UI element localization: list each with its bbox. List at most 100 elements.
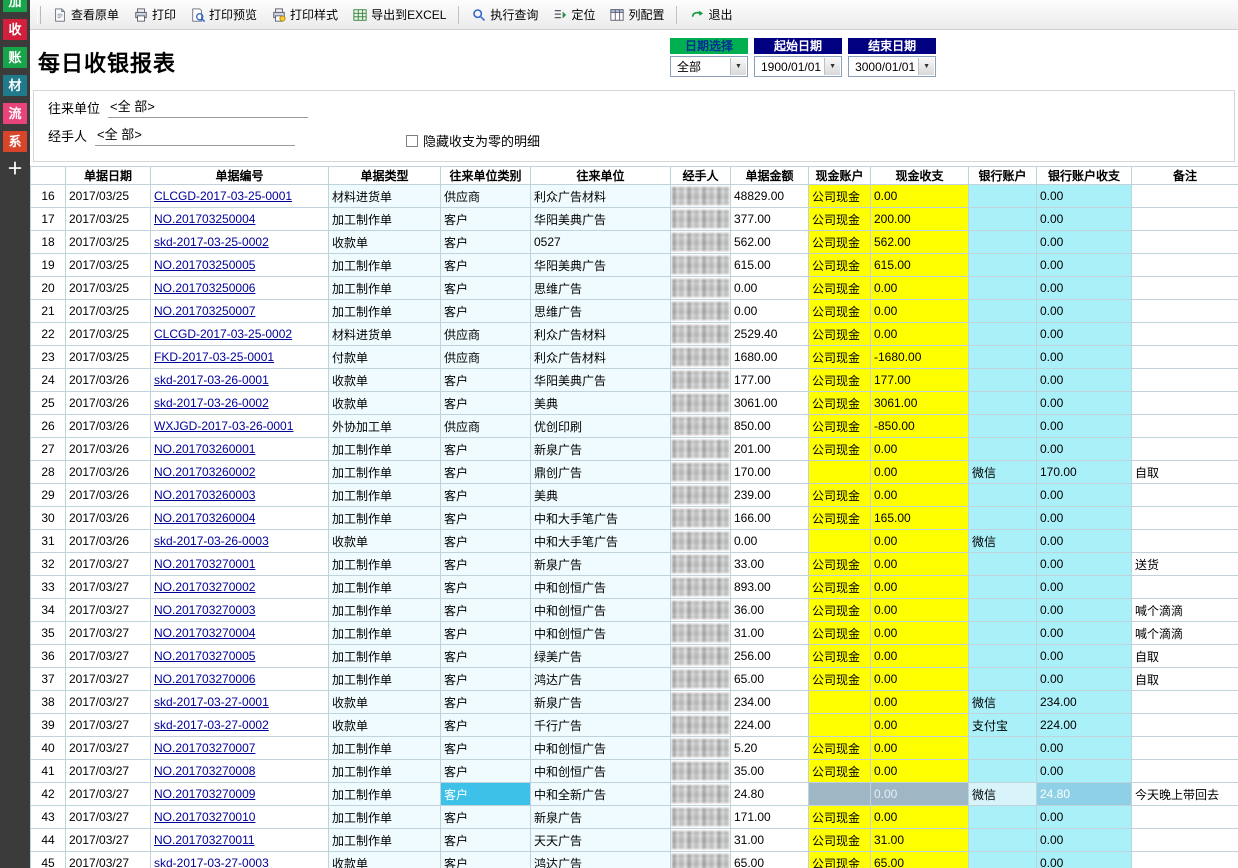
cell-cashacct[interactable]: 公司现金 xyxy=(809,553,871,576)
cell-bankflow[interactable]: 0.00 xyxy=(1037,346,1132,369)
cell-type[interactable]: 收款单 xyxy=(329,231,441,254)
toolbar-button-exit[interactable]: 退出 xyxy=(683,2,738,27)
cell-amount[interactable]: 35.00 xyxy=(731,760,809,783)
cell-docno[interactable]: NO.201703260004 xyxy=(151,507,329,530)
cell-cat[interactable]: 供应商 xyxy=(441,185,531,208)
cell-handler[interactable] xyxy=(671,323,731,346)
cell-cashacct[interactable]: 公司现金 xyxy=(809,645,871,668)
cell-cashacct[interactable]: 公司现金 xyxy=(809,438,871,461)
cell-partner[interactable]: 华阳美典广告 xyxy=(531,208,671,231)
cell-cat[interactable]: 客户 xyxy=(441,576,531,599)
cell-remark[interactable] xyxy=(1132,208,1238,231)
cell-date[interactable]: 2017/03/27 xyxy=(66,668,151,691)
cell-handler[interactable] xyxy=(671,829,731,852)
cell-cashflow[interactable]: 3061.00 xyxy=(871,392,969,415)
doc-no-link[interactable]: NO.201703260002 xyxy=(154,465,255,479)
cell-type[interactable]: 加工制作单 xyxy=(329,576,441,599)
cell-amount[interactable]: 562.00 xyxy=(731,231,809,254)
cell-remark[interactable] xyxy=(1132,530,1238,553)
doc-no-link[interactable]: NO.201703270008 xyxy=(154,764,255,778)
table-row[interactable]: 362017/03/27NO.201703270005加工制作单客户绿美广告25… xyxy=(31,645,1238,668)
cell-num[interactable]: 18 xyxy=(31,231,66,254)
cell-cashacct[interactable]: 公司现金 xyxy=(809,346,871,369)
cell-num[interactable]: 35 xyxy=(31,622,66,645)
cell-cashflow[interactable]: 0.00 xyxy=(871,530,969,553)
cell-docno[interactable]: NO.201703250006 xyxy=(151,277,329,300)
doc-no-link[interactable]: CLCGD-2017-03-25-0001 xyxy=(154,189,292,203)
toolbar-button-export-excel[interactable]: 导出到EXCEL xyxy=(346,2,452,27)
toolbar-button-locate[interactable]: 定位 xyxy=(546,2,601,27)
cell-docno[interactable]: NO.201703260002 xyxy=(151,461,329,484)
cell-amount[interactable]: 0.00 xyxy=(731,530,809,553)
cell-partner[interactable]: 中和创恒广告 xyxy=(531,576,671,599)
cell-cashacct[interactable]: 公司现金 xyxy=(809,852,871,868)
cell-date[interactable]: 2017/03/27 xyxy=(66,599,151,622)
cell-cat[interactable]: 客户 xyxy=(441,392,531,415)
cell-bankacct[interactable] xyxy=(969,806,1037,829)
end-date-select[interactable]: 3000/01/01 ▼ xyxy=(848,56,936,77)
cell-docno[interactable]: NO.201703270005 xyxy=(151,645,329,668)
cell-date[interactable]: 2017/03/26 xyxy=(66,507,151,530)
toolbar-button-run-query[interactable]: 执行查询 xyxy=(465,2,544,27)
date-range-select[interactable]: 全部 ▼ xyxy=(670,56,748,77)
cell-partner[interactable]: 美典 xyxy=(531,392,671,415)
cell-cashflow[interactable]: 0.00 xyxy=(871,300,969,323)
cell-date[interactable]: 2017/03/27 xyxy=(66,576,151,599)
cell-handler[interactable] xyxy=(671,783,731,806)
cell-date[interactable]: 2017/03/25 xyxy=(66,300,151,323)
doc-no-link[interactable]: skd-2017-03-26-0002 xyxy=(154,396,269,410)
cell-remark[interactable]: 今天晚上带回去 xyxy=(1132,783,1238,806)
cell-docno[interactable]: NO.201703260003 xyxy=(151,484,329,507)
cell-remark[interactable]: 送货 xyxy=(1132,553,1238,576)
table-row[interactable]: 282017/03/26NO.201703260002加工制作单客户鼎创广告17… xyxy=(31,461,1238,484)
cell-cat[interactable]: 客户 xyxy=(441,714,531,737)
cell-docno[interactable]: NO.201703270008 xyxy=(151,760,329,783)
cell-handler[interactable] xyxy=(671,714,731,737)
cell-handler[interactable] xyxy=(671,438,731,461)
cell-bankacct[interactable] xyxy=(969,484,1037,507)
cell-bankacct[interactable] xyxy=(969,346,1037,369)
cell-cashacct[interactable] xyxy=(809,530,871,553)
cell-cashflow[interactable]: 0.00 xyxy=(871,461,969,484)
cell-cashacct[interactable]: 公司现金 xyxy=(809,576,871,599)
cell-type[interactable]: 付款单 xyxy=(329,346,441,369)
cell-cashflow[interactable]: 0.00 xyxy=(871,576,969,599)
cell-remark[interactable] xyxy=(1132,415,1238,438)
cell-bankacct[interactable] xyxy=(969,760,1037,783)
cell-bankacct[interactable] xyxy=(969,553,1037,576)
cell-docno[interactable]: NO.201703260001 xyxy=(151,438,329,461)
cell-cashflow[interactable]: 0.00 xyxy=(871,806,969,829)
table-row[interactable]: 292017/03/26NO.201703260003加工制作单客户美典239.… xyxy=(31,484,1238,507)
cell-cat[interactable]: 客户 xyxy=(441,484,531,507)
cell-handler[interactable] xyxy=(671,392,731,415)
cell-type[interactable]: 加工制作单 xyxy=(329,622,441,645)
cell-remark[interactable] xyxy=(1132,254,1238,277)
cell-cat[interactable]: 客户 xyxy=(441,668,531,691)
cell-amount[interactable]: 615.00 xyxy=(731,254,809,277)
doc-no-link[interactable]: skd-2017-03-27-0001 xyxy=(154,695,269,709)
cell-type[interactable]: 加工制作单 xyxy=(329,438,441,461)
chevron-down-icon[interactable]: ▼ xyxy=(730,58,746,75)
cell-num[interactable]: 33 xyxy=(31,576,66,599)
cell-date[interactable]: 2017/03/27 xyxy=(66,783,151,806)
cell-docno[interactable]: NO.201703270006 xyxy=(151,668,329,691)
cell-bankacct[interactable] xyxy=(969,438,1037,461)
cell-partner[interactable]: 鼎创广告 xyxy=(531,461,671,484)
cell-cashflow[interactable]: 562.00 xyxy=(871,231,969,254)
cell-amount[interactable]: 33.00 xyxy=(731,553,809,576)
doc-no-link[interactable]: skd-2017-03-26-0001 xyxy=(154,373,269,387)
cell-type[interactable]: 加工制作单 xyxy=(329,507,441,530)
cell-cat[interactable]: 客户 xyxy=(441,691,531,714)
cell-date[interactable]: 2017/03/26 xyxy=(66,484,151,507)
cell-bankacct[interactable] xyxy=(969,622,1037,645)
cell-docno[interactable]: NO.201703270001 xyxy=(151,553,329,576)
cell-cashflow[interactable]: 31.00 xyxy=(871,829,969,852)
cell-amount[interactable]: 65.00 xyxy=(731,852,809,868)
cell-num[interactable]: 42 xyxy=(31,783,66,806)
cell-date[interactable]: 2017/03/27 xyxy=(66,553,151,576)
cell-bankflow[interactable]: 0.00 xyxy=(1037,829,1132,852)
cell-cashacct[interactable]: 公司现金 xyxy=(809,829,871,852)
cell-cashflow[interactable]: 0.00 xyxy=(871,760,969,783)
doc-no-link[interactable]: NO.201703270010 xyxy=(154,810,255,824)
cell-bankflow[interactable]: 0.00 xyxy=(1037,277,1132,300)
